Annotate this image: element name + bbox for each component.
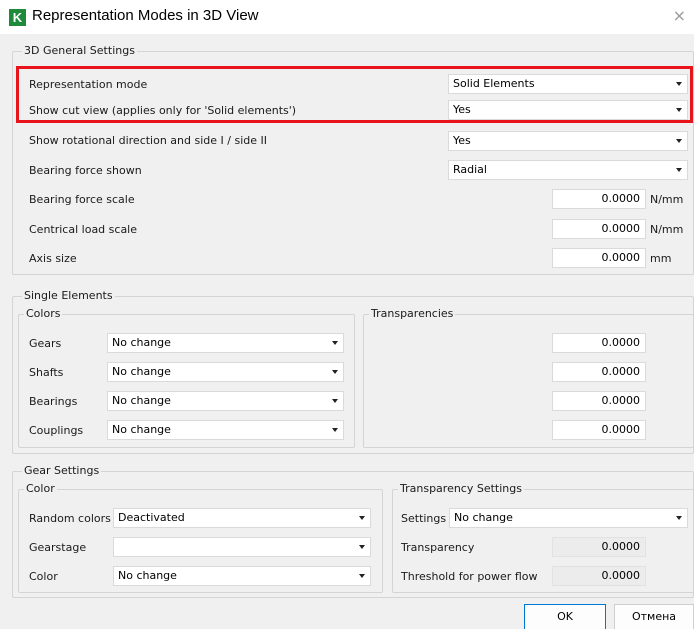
chevron-down-icon	[359, 545, 365, 549]
representation-mode-label: Representation mode	[29, 78, 148, 91]
gears-label: Gears	[29, 337, 62, 350]
axis-size-input[interactable]: 0.0000	[552, 248, 646, 268]
transparency-settings-group-label: Transparency Settings	[398, 482, 524, 495]
representation-mode-select[interactable]: Solid Elements	[448, 74, 688, 94]
shafts-transparency-input[interactable]: 0.0000	[552, 362, 646, 382]
chevron-down-icon	[676, 108, 682, 112]
bearing-force-scale-input[interactable]: 0.0000	[552, 189, 646, 209]
gears-transparency-input[interactable]: 0.0000	[552, 333, 646, 353]
transparencies-group-label: Transparencies	[369, 307, 456, 320]
representation-mode-value: Solid Elements	[453, 77, 535, 90]
couplings-label: Couplings	[29, 424, 84, 437]
gear-color-select[interactable]: No change	[113, 566, 371, 586]
transparency-label: Transparency	[401, 541, 475, 554]
random-colors-select[interactable]: Deactivated	[113, 508, 371, 528]
chevron-down-icon	[676, 516, 682, 520]
gears-color-select[interactable]: No change	[107, 333, 344, 353]
shafts-color-value: No change	[112, 365, 171, 378]
bearing-force-shown-label: Bearing force shown	[29, 164, 142, 177]
bearings-color-select[interactable]: No change	[107, 391, 344, 411]
chevron-down-icon	[332, 428, 338, 432]
shafts-color-select[interactable]: No change	[107, 362, 344, 382]
app-logo-icon: K	[9, 9, 26, 26]
single-elements-group-label: Single Elements	[22, 289, 115, 302]
central-load-scale-unit: N/mm	[650, 223, 684, 236]
chevron-down-icon	[676, 168, 682, 172]
bearing-force-shown-select[interactable]: Radial	[448, 160, 688, 180]
couplings-color-select[interactable]: No change	[107, 420, 344, 440]
shafts-label: Shafts	[29, 366, 64, 379]
axis-size-label: Axis size	[29, 252, 77, 265]
chevron-down-icon	[359, 516, 365, 520]
chevron-down-icon	[359, 574, 365, 578]
chevron-down-icon	[332, 370, 338, 374]
transparency-settings-value: No change	[454, 511, 513, 524]
gears-color-value: No change	[112, 336, 171, 349]
title-bar: K Representation Modes in 3D View ×	[0, 0, 694, 34]
close-icon[interactable]: ×	[673, 6, 686, 25]
axis-size-unit: mm	[650, 252, 672, 265]
bearings-label: Bearings	[29, 395, 78, 408]
gear-settings-group-label: Gear Settings	[22, 464, 102, 477]
window-title: Representation Modes in 3D View	[32, 7, 259, 24]
chevron-down-icon	[332, 399, 338, 403]
cut-view-value: Yes	[453, 103, 471, 116]
bearing-force-scale-unit: N/mm	[650, 193, 684, 206]
transparency-settings-select[interactable]: No change	[449, 508, 688, 528]
chevron-down-icon	[676, 139, 682, 143]
gear-color-label: Color	[29, 570, 58, 583]
rotational-direction-label: Show rotational direction and side I / s…	[29, 134, 267, 147]
rotational-direction-value: Yes	[453, 134, 471, 147]
gearstage-label: Gearstage	[29, 541, 87, 554]
bearings-color-value: No change	[112, 394, 171, 407]
bearing-force-scale-label: Bearing force scale	[29, 193, 135, 206]
rotational-direction-select[interactable]: Yes	[448, 131, 688, 151]
random-colors-value: Deactivated	[118, 511, 185, 524]
settings-label: Settings	[401, 512, 447, 525]
bearings-transparency-input[interactable]: 0.0000	[552, 391, 646, 411]
cut-view-label: Show cut view (applies only for 'Solid e…	[29, 104, 297, 117]
central-load-scale-input[interactable]: 0.0000	[552, 219, 646, 239]
chevron-down-icon	[676, 82, 682, 86]
cut-view-select[interactable]: Yes	[448, 100, 688, 120]
gear-color-value: No change	[118, 569, 177, 582]
threshold-input: 0.0000	[552, 566, 646, 586]
general-settings-group-label: 3D General Settings	[22, 44, 137, 57]
cancel-button[interactable]: Отмена	[614, 604, 694, 629]
couplings-color-value: No change	[112, 423, 171, 436]
couplings-transparency-input[interactable]: 0.0000	[552, 420, 646, 440]
random-colors-label: Random colors	[29, 512, 111, 525]
colors-group-label: Colors	[24, 307, 63, 320]
chevron-down-icon	[332, 341, 338, 345]
gear-color-group-label: Color	[24, 482, 57, 495]
threshold-label: Threshold for power flow	[401, 570, 538, 583]
transparency-input: 0.0000	[552, 537, 646, 557]
central-load-scale-label: Centrical load scale	[29, 223, 138, 236]
bearing-force-shown-value: Radial	[453, 163, 487, 176]
gearstage-select[interactable]	[113, 537, 371, 557]
ok-button[interactable]: OK	[524, 604, 606, 629]
